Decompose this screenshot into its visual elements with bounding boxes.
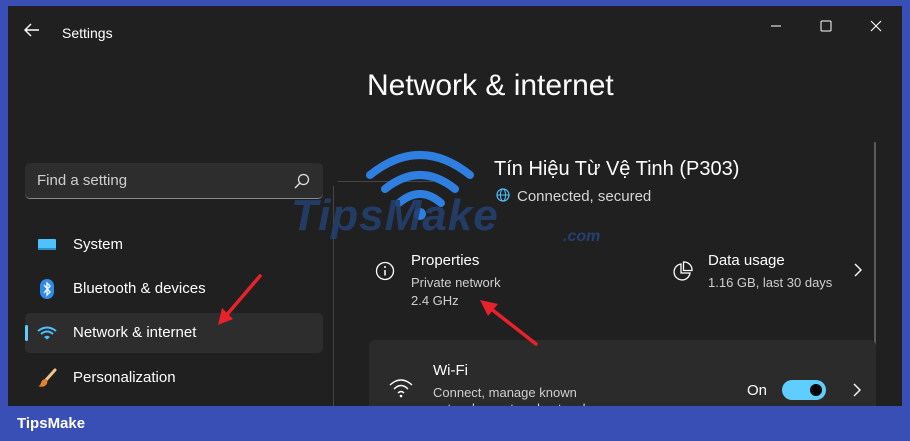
search-icon[interactable] xyxy=(293,172,311,190)
wifi-card-title: Wi-Fi xyxy=(433,362,468,379)
selection-indicator xyxy=(25,325,28,341)
watermark-text: TipsMake xyxy=(291,191,499,240)
network-profile: Private network xyxy=(411,275,501,290)
close-button[interactable] xyxy=(856,10,896,42)
maximize-icon xyxy=(820,20,832,32)
annotation-arrow-icon xyxy=(218,274,262,325)
settings-window: Settings Find a setting System Bluetooth… xyxy=(8,6,902,406)
wifi-icon xyxy=(389,379,413,398)
chevron-right-icon[interactable] xyxy=(851,382,863,398)
sidebar-item-bluetooth[interactable]: Bluetooth & devices xyxy=(25,269,323,309)
search-input[interactable]: Find a setting xyxy=(37,172,127,189)
brand-logo-text: TipsMake xyxy=(17,415,86,432)
sidebar-item-label: Network & internet xyxy=(73,324,197,341)
display-icon xyxy=(37,235,57,255)
sidebar-item-system[interactable]: System xyxy=(25,225,323,265)
minimize-icon xyxy=(771,25,781,27)
minimize-button[interactable] xyxy=(756,10,796,42)
title-bar: Settings xyxy=(8,6,902,50)
back-button[interactable] xyxy=(20,18,44,42)
sidebar-item-personalization[interactable]: Personalization xyxy=(25,358,323,398)
sidebar-item-network[interactable]: Network & internet xyxy=(25,313,323,353)
app-title: Settings xyxy=(62,25,113,41)
properties-title[interactable]: Properties xyxy=(411,252,479,269)
sidebar-item-label: Bluetooth & devices xyxy=(73,280,206,297)
wifi-icon xyxy=(37,323,57,343)
data-usage-amount: 1.16 GB, last 30 days xyxy=(708,275,833,290)
data-usage-title[interactable]: Data usage xyxy=(708,252,785,269)
wifi-settings-card[interactable]: Wi-Fi Connect, manage known networks, me… xyxy=(369,340,876,406)
back-arrow-icon xyxy=(24,23,39,37)
brand-footer: TipsMake xyxy=(0,406,910,441)
close-icon xyxy=(870,20,882,32)
wifi-toggle-label: On xyxy=(747,382,768,399)
watermark-suffix: .com xyxy=(563,228,601,245)
info-icon xyxy=(375,261,395,281)
network-status: Connected, secured xyxy=(517,188,652,205)
pie-chart-icon xyxy=(673,261,693,281)
network-name: Tín Hiệu Từ Vệ Tinh (P303) xyxy=(494,158,740,180)
network-band: 2.4 GHz xyxy=(411,293,459,308)
bluetooth-icon xyxy=(37,279,57,299)
chevron-right-icon[interactable] xyxy=(851,262,865,278)
sidebar-item-label: Personalization xyxy=(73,369,176,386)
wifi-card-description: Connect, manage known networks, metered … xyxy=(433,385,589,406)
search-box[interactable]: Find a setting xyxy=(25,163,323,199)
annotation-arrow-icon xyxy=(480,300,538,346)
brush-icon xyxy=(37,368,57,388)
page-title: Network & internet xyxy=(367,69,614,102)
maximize-button[interactable] xyxy=(806,10,846,42)
wifi-toggle[interactable] xyxy=(782,380,826,400)
toggle-knob xyxy=(810,384,822,396)
sidebar-item-label: System xyxy=(73,236,124,253)
